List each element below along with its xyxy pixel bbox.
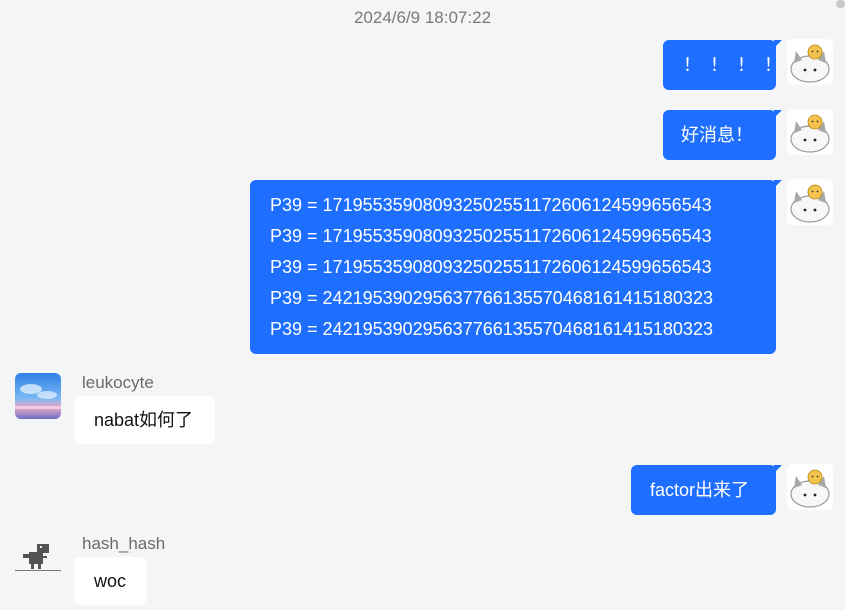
self-avatar-icon[interactable] (787, 464, 833, 510)
sender-name: hash_hash (82, 534, 166, 553)
sky-avatar-icon[interactable] (15, 373, 61, 419)
dino-avatar-icon[interactable] (15, 534, 61, 580)
message-line: P39 = 1719553590809325025511726061245996… (270, 195, 712, 215)
outgoing-message-bubble[interactable]: ！！！！ (663, 40, 782, 90)
outgoing-message-bubble[interactable]: P39 = 1719553590809325025511726061245996… (250, 180, 782, 354)
message-line: P39 = 1719553590809325025511726061245996… (270, 257, 712, 277)
outgoing-message-bubble[interactable]: factor出来了 (631, 465, 782, 515)
scrollbar-thumb[interactable] (836, 0, 845, 8)
message-timestamp: 2024/6/9 18:07:22 (353, 8, 492, 27)
message-line: P39 = 2421953902956377661355704681614151… (270, 319, 713, 339)
sender-name: leukocyte (82, 373, 154, 392)
self-avatar-icon[interactable] (787, 179, 833, 225)
outgoing-message-bubble[interactable]: 好消息！ (663, 110, 782, 160)
self-avatar-icon[interactable] (787, 109, 833, 155)
incoming-message-bubble[interactable]: nabat如何了 (74, 396, 215, 444)
message-line: P39 = 2421953902956377661355704681614151… (270, 288, 713, 308)
self-avatar-icon[interactable] (787, 39, 833, 85)
incoming-message-bubble[interactable]: woc (74, 557, 146, 605)
message-line: P39 = 1719553590809325025511726061245996… (270, 226, 712, 246)
